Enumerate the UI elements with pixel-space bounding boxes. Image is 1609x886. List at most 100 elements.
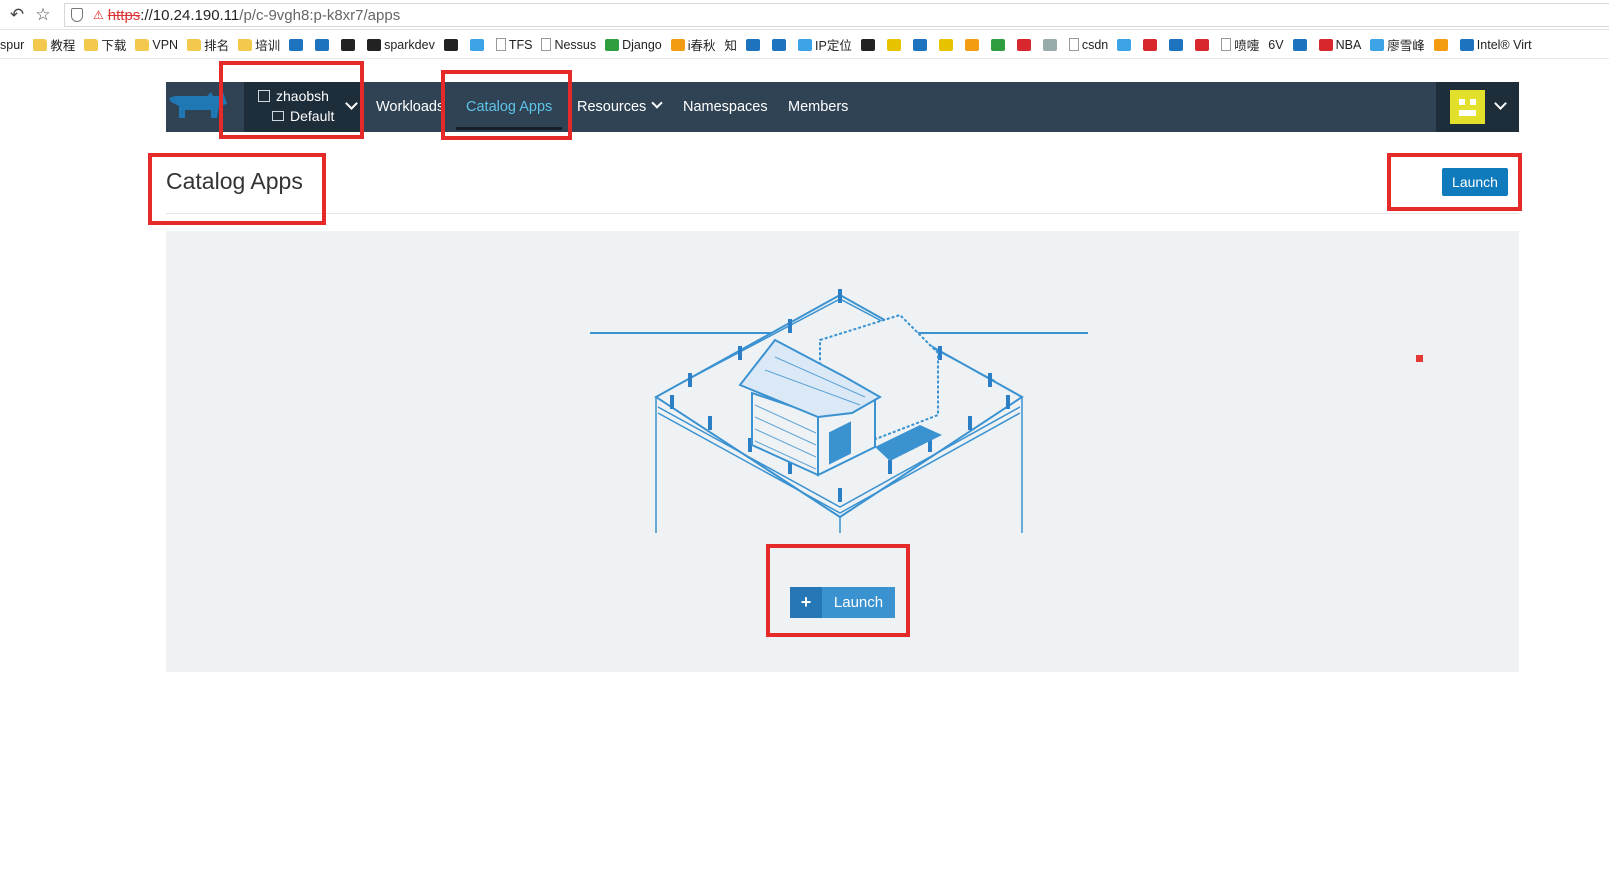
bookmark-label: 知 <box>724 39 738 53</box>
bookmark-label: Intel® Virt <box>1476 37 1532 52</box>
site-favicon-icon <box>443 38 458 51</box>
bookmark-item[interactable]: Intel® Virt <box>1459 37 1532 52</box>
bookmark-item[interactable]: 廖雪峰 <box>1370 35 1425 54</box>
site-favicon-icon <box>1292 38 1307 51</box>
bookmark-item[interactable] <box>1016 38 1034 51</box>
nav-resources-label: Resources <box>577 99 647 115</box>
bookmark-item[interactable] <box>1433 38 1451 51</box>
site-favicon-icon <box>605 38 620 51</box>
project-name: Default <box>290 108 335 124</box>
bookmark-item[interactable] <box>1169 38 1186 51</box>
page-icon <box>1068 38 1079 51</box>
bookmark-label: 廖雪峰 <box>1387 39 1425 53</box>
nav-resources[interactable]: Resources <box>577 82 663 132</box>
nav-namespaces[interactable]: Namespaces <box>683 82 768 132</box>
url-field[interactable]: ⚠ https://10.24.190.11/p/c-9vgh8:p-k8xr7… <box>64 3 1609 27</box>
bookmark-item[interactable]: Nessus <box>541 38 596 52</box>
site-favicon-icon <box>367 38 382 51</box>
user-menu[interactable] <box>1436 82 1519 132</box>
cluster-project-switcher[interactable]: zhaobsh Default <box>244 82 362 132</box>
bookmark-item[interactable]: IP定位 <box>798 35 852 54</box>
bookmark-item[interactable]: 培训 <box>238 35 280 54</box>
folder-icon <box>135 38 150 51</box>
bookmark-item[interactable] <box>964 38 982 51</box>
bookmark-star-icon[interactable]: ☆ <box>30 2 56 28</box>
chevron-down-icon <box>1494 97 1507 110</box>
bookmark-item[interactable]: i春秋 <box>670 35 716 54</box>
folder-icon <box>84 38 99 51</box>
rancher-logo-icon[interactable] <box>167 92 229 122</box>
bookmark-item[interactable] <box>912 38 930 51</box>
bookmark-label: Nessus <box>554 37 597 52</box>
bookmark-label: IP定位 <box>815 39 852 53</box>
nav-workloads[interactable]: Workloads <box>376 82 444 132</box>
bookmark-item[interactable] <box>469 38 487 51</box>
page-icon <box>495 38 506 51</box>
bookmark-label: 6V <box>1268 37 1284 52</box>
bookmark-item[interactable]: csdn <box>1068 37 1109 52</box>
bookmark-label: spur <box>0 37 25 52</box>
chevron-down-icon <box>345 97 358 110</box>
bookmark-label: sparkdev <box>384 37 435 52</box>
bookmark-label: NBA <box>1335 37 1362 52</box>
launch-button-top[interactable]: Launch <box>1442 168 1508 196</box>
bookmark-item[interactable]: TFS <box>495 38 532 52</box>
bookmark-item[interactable]: 喷嚏 <box>1221 35 1259 54</box>
bookmark-item[interactable]: 知 <box>725 35 738 54</box>
insecure-lock-icon: ⚠ <box>93 8 104 22</box>
bookmark-item[interactable] <box>886 38 904 51</box>
site-favicon-icon <box>469 38 484 51</box>
bookmark-item[interactable] <box>860 38 878 51</box>
bookmark-item[interactable] <box>1143 38 1160 51</box>
site-favicon-icon <box>1117 38 1132 51</box>
launch-button-main[interactable]: + Launch <box>790 587 895 618</box>
bookmark-item[interactable] <box>938 38 956 51</box>
bookmark-item[interactable] <box>990 38 1008 51</box>
bookmark-item[interactable]: VPN <box>135 38 178 52</box>
bookmark-label: 喷嚏 <box>1234 39 1260 53</box>
bookmark-label: csdn <box>1081 37 1109 52</box>
folder-icon <box>33 38 48 51</box>
barn-illustration-icon <box>590 289 1088 533</box>
bookmark-item[interactable] <box>1292 38 1310 51</box>
bookmark-item[interactable]: 下载 <box>84 35 126 54</box>
nav-catalog-apps[interactable]: Catalog Apps <box>455 82 563 132</box>
site-favicon-icon <box>1318 38 1333 51</box>
url-host: ://10.24.190.11 <box>140 6 240 24</box>
bookmark-item[interactable] <box>1195 38 1212 51</box>
site-favicon-icon <box>670 38 685 51</box>
launch-button-label: Launch <box>833 594 884 611</box>
cluster-icon <box>258 90 270 102</box>
bookmark-item[interactable] <box>289 38 306 51</box>
site-favicon-icon <box>798 38 813 51</box>
browser-address-bar: ↶ ☆ ⚠ https://10.24.190.11/p/c-9vgh8:p-k… <box>0 0 1609 30</box>
bookmark-item[interactable]: spur <box>0 38 24 52</box>
bookmark-item[interactable] <box>1117 38 1134 51</box>
site-favicon-icon <box>746 38 761 51</box>
bookmark-item[interactable]: 6V <box>1268 38 1283 52</box>
bookmark-item[interactable]: sparkdev <box>367 38 435 52</box>
bookmark-item[interactable] <box>341 38 358 51</box>
back-icon[interactable]: ↶ <box>4 2 30 28</box>
bookmark-item[interactable]: 教程 <box>33 35 75 54</box>
bookmark-item[interactable] <box>746 38 763 51</box>
url-protocol: https <box>107 6 141 24</box>
bookmark-item[interactable]: 排名 <box>187 35 229 54</box>
bookmark-item[interactable] <box>1042 38 1060 51</box>
plus-icon: + <box>790 587 822 618</box>
bookmark-item[interactable]: Django <box>605 38 662 52</box>
bookmark-label: 培训 <box>255 39 281 53</box>
bookmark-item[interactable] <box>315 38 332 51</box>
nav-members[interactable]: Members <box>788 82 848 132</box>
site-favicon-icon <box>1169 38 1184 51</box>
page-title: Catalog Apps <box>166 168 303 194</box>
bookmark-item[interactable] <box>443 38 461 51</box>
chevron-down-icon <box>651 97 663 109</box>
divider <box>166 213 1519 214</box>
bookmark-item[interactable]: NBA <box>1318 37 1362 52</box>
bookmark-item[interactable] <box>772 38 789 51</box>
site-favicon-icon <box>1370 38 1385 51</box>
bookmark-label: 排名 <box>204 39 230 53</box>
page-icon <box>1221 38 1232 51</box>
site-favicon-icon <box>964 38 979 51</box>
